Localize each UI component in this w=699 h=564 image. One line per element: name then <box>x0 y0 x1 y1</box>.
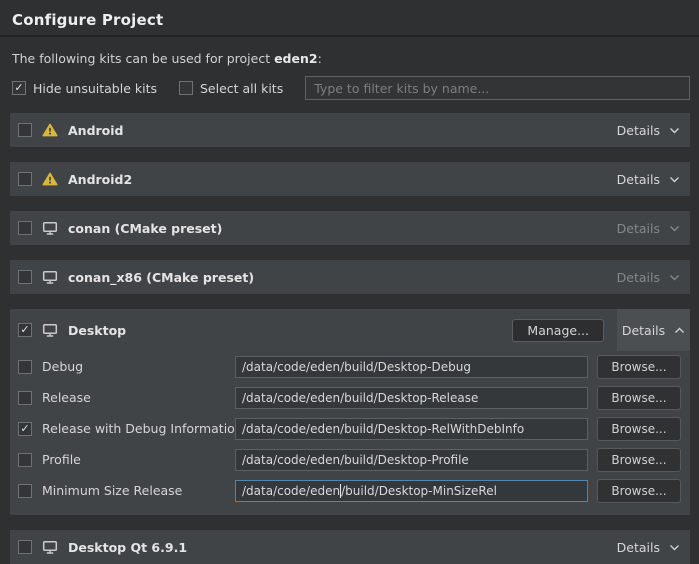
config-label: Release <box>42 390 235 405</box>
kit-checkbox[interactable] <box>18 270 32 284</box>
build-dir-input-release[interactable] <box>235 387 588 409</box>
checkbox-checked-icon <box>12 81 26 95</box>
kit-checkbox[interactable] <box>18 221 32 235</box>
details-label: Details <box>622 323 665 338</box>
build-config-row-debug: Debug Browse... <box>10 351 690 382</box>
config-label: Release with Debug Information <box>42 421 235 436</box>
build-config-row-relwithdebinfo: Release with Debug Information Browse... <box>10 413 690 444</box>
page-title: Configure Project <box>12 11 687 29</box>
monitor-icon <box>42 540 58 554</box>
details-button[interactable]: Details <box>617 221 680 236</box>
config-checkbox[interactable] <box>18 453 32 467</box>
kits-description-colon: : <box>318 51 322 66</box>
warning-icon <box>42 123 58 137</box>
config-label: Profile <box>42 452 235 467</box>
page-header: Configure Project <box>0 0 699 37</box>
build-config-row-minsizerel: Minimum Size Release /data/code/eden/bui… <box>10 475 690 506</box>
chevron-down-icon <box>669 225 680 232</box>
details-button[interactable]: Details <box>617 172 680 187</box>
hide-unsuitable-kits-checkbox[interactable]: Hide unsuitable kits <box>12 81 157 96</box>
build-dir-input-relwithdebinfo[interactable] <box>235 418 588 440</box>
config-checkbox[interactable] <box>18 484 32 498</box>
build-config-row-profile: Profile Browse... <box>10 444 690 475</box>
kit-row-conan: conan (CMake preset) Details <box>10 211 690 245</box>
kit-checkbox[interactable] <box>18 123 32 137</box>
details-button[interactable]: Details <box>617 270 680 285</box>
filter-toolbar: Hide unsuitable kits Select all kits <box>12 76 690 100</box>
kit-name: conan_x86 (CMake preset) <box>68 270 254 285</box>
kit-checkbox[interactable] <box>18 172 32 186</box>
chevron-down-icon <box>669 127 680 134</box>
kit-checkbox[interactable] <box>18 540 32 554</box>
select-all-kits-label: Select all kits <box>200 81 283 96</box>
details-button[interactable]: Details <box>617 540 680 555</box>
path-text-before-caret: /data/code/eden <box>242 484 340 498</box>
hide-unsuitable-kits-label: Hide unsuitable kits <box>33 81 157 96</box>
project-name: eden2 <box>274 51 318 66</box>
kit-name: conan (CMake preset) <box>68 221 222 236</box>
kit-row-conan-x86: conan_x86 (CMake preset) Details <box>10 260 690 294</box>
kit-name: Desktop <box>68 323 126 338</box>
details-label: Details <box>617 540 660 555</box>
browse-button[interactable]: Browse... <box>597 479 681 503</box>
warning-icon <box>42 172 58 186</box>
path-text-after-caret: /build/Desktop-MinSizeRel <box>341 484 497 498</box>
kit-checkbox[interactable] <box>18 323 32 337</box>
chevron-down-icon <box>669 274 680 281</box>
browse-button[interactable]: Browse... <box>597 448 681 472</box>
config-checkbox[interactable] <box>18 422 32 436</box>
build-dir-input-minsizerel[interactable]: /data/code/eden/build/Desktop-MinSizeRel <box>235 480 588 502</box>
manage-kits-button[interactable]: Manage... <box>512 319 604 342</box>
kit-row-android2: Android2 Details <box>10 162 690 196</box>
kit-filter-input[interactable] <box>305 76 690 100</box>
monitor-icon <box>42 323 58 337</box>
kits-description: The following kits can be used for proje… <box>12 51 687 66</box>
build-dir-input-profile[interactable] <box>235 449 588 471</box>
chevron-down-icon <box>669 176 680 183</box>
browse-button[interactable]: Browse... <box>597 355 681 379</box>
build-config-row-release: Release Browse... <box>10 382 690 413</box>
build-dir-input-debug[interactable] <box>235 356 588 378</box>
details-label: Details <box>617 221 660 236</box>
kit-name: Android <box>68 123 124 138</box>
browse-button[interactable]: Browse... <box>597 386 681 410</box>
browse-button[interactable]: Browse... <box>597 417 681 441</box>
kit-panel-desktop: Desktop Manage... Details Debug Browse..… <box>10 309 690 515</box>
details-label: Details <box>617 123 660 138</box>
chevron-up-icon <box>674 327 685 334</box>
kit-row-desktop: Desktop Manage... Details <box>10 309 690 351</box>
details-button[interactable]: Details <box>617 123 680 138</box>
kit-list: Android Details Android2 Details conan ( <box>0 113 699 564</box>
config-checkbox[interactable] <box>18 391 32 405</box>
kits-description-text: The following kits can be used for proje… <box>12 51 274 66</box>
kit-row-android: Android Details <box>10 113 690 147</box>
details-label: Details <box>617 172 660 187</box>
checkbox-unchecked-icon <box>179 81 193 95</box>
select-all-kits-checkbox[interactable]: Select all kits <box>179 81 283 96</box>
monitor-icon <box>42 270 58 284</box>
kit-name: Desktop Qt 6.9.1 <box>68 540 187 555</box>
monitor-icon <box>42 221 58 235</box>
chevron-down-icon <box>669 544 680 551</box>
config-checkbox[interactable] <box>18 360 32 374</box>
config-label: Debug <box>42 359 235 374</box>
kit-name: Android2 <box>68 172 132 187</box>
details-label: Details <box>617 270 660 285</box>
config-label: Minimum Size Release <box>42 483 235 498</box>
details-button[interactable]: Details <box>617 309 690 351</box>
